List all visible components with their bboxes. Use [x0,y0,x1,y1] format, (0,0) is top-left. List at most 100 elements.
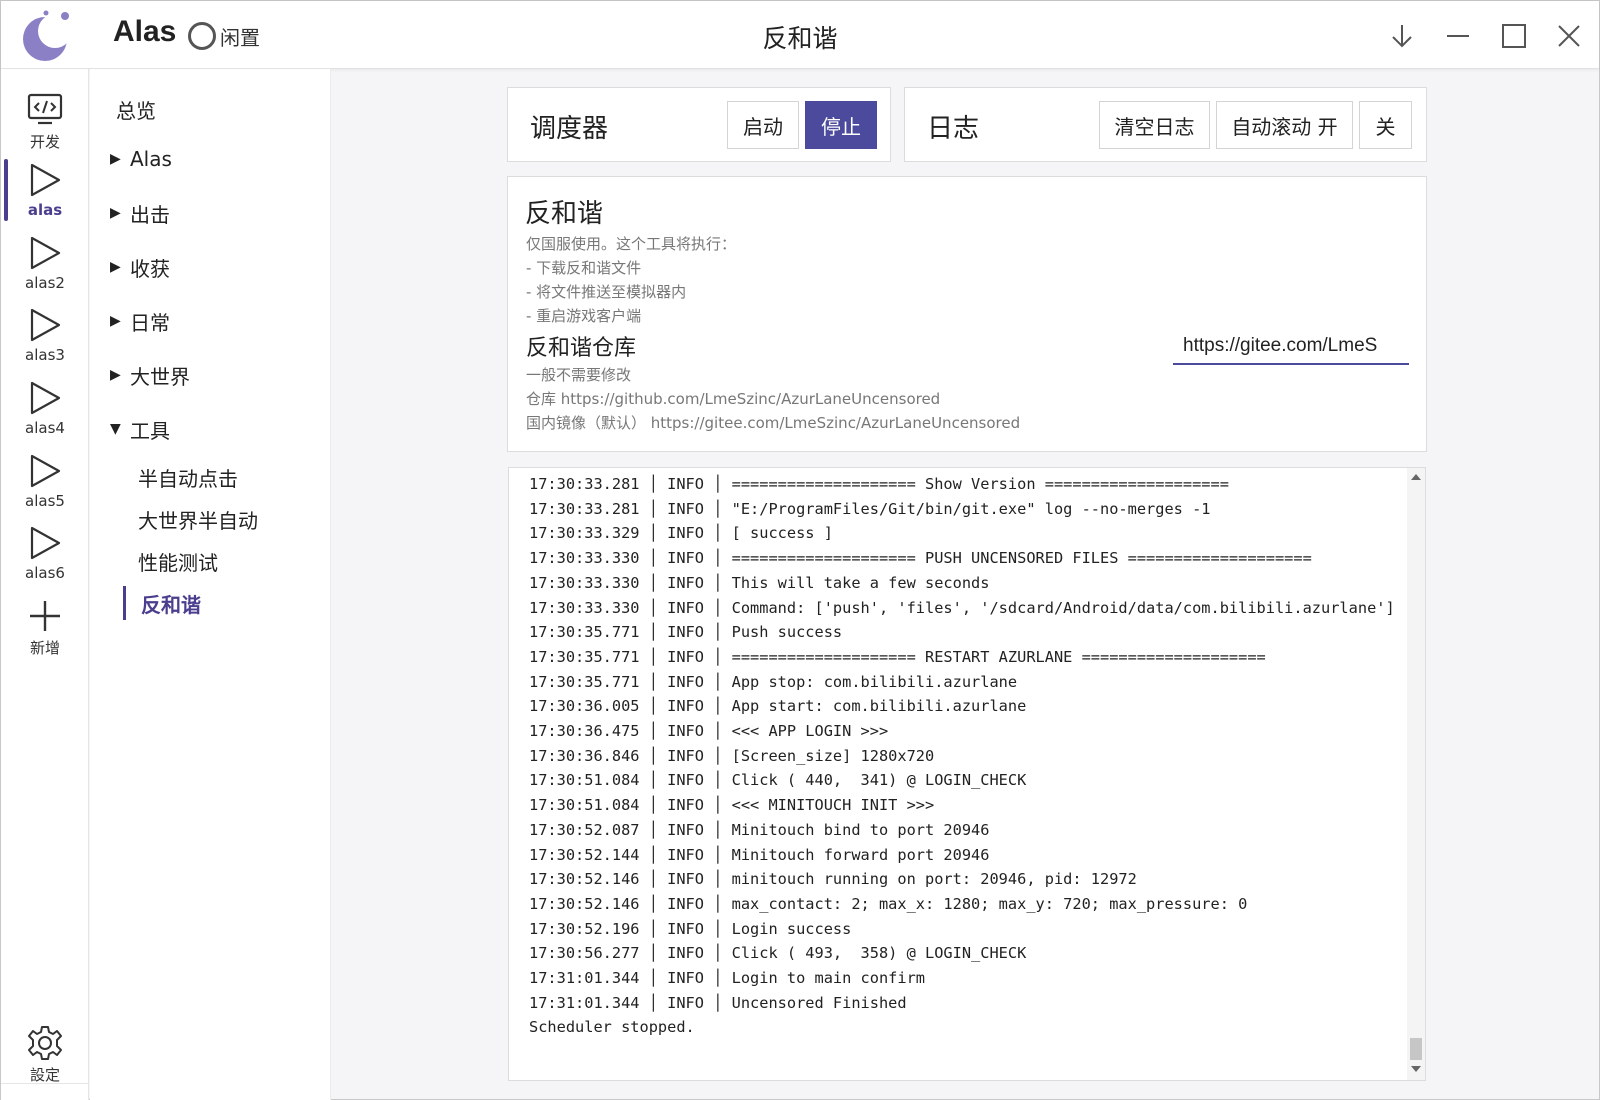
task-description-line: 仅国服使用。这个工具将执行： [526,235,737,253]
log-line: 17:30:52.146 │ INFO │ minitouch running … [529,870,1137,889]
rail-item-alas3[interactable]: alas3 [1,306,89,378]
rail-label: alas5 [25,492,65,510]
menu-label: 日常 [130,310,170,335]
rail-item-alas[interactable]: alas [1,161,89,233]
task-description-line: - 下载反和谐文件 [526,259,642,277]
scheduler-card: 调度器 启动 停止 [507,87,891,162]
menu-group-tools[interactable]: ▼ 工具 [110,409,351,449]
instance-rail: 开发 alas alas2 alas3 alas4 alas5 alas6 新增… [1,69,89,1100]
menu-label: 出击 [130,202,170,227]
log-line: 17:30:36.005 │ INFO │ App start: com.bil… [529,697,1027,716]
play-icon [30,308,61,342]
task-title: 反和谐 [525,199,604,229]
stop-button[interactable]: 停止 [805,101,877,149]
log-line: 17:30:36.475 │ INFO │ <<< APP LOGIN >>> [529,722,889,741]
collapse-arrow-icon: ▼ [110,421,121,437]
log-line: 17:30:35.771 │ INFO │ Push success [529,623,843,642]
menu-label: 大世界 [130,364,190,389]
log-close-button[interactable]: 关 [1359,101,1412,149]
menu-group-daily[interactable]: ▶ 日常 [110,301,351,341]
log-line: 17:30:33.330 │ INFO │ Command: ['push', … [529,598,1395,617]
menu-item-overview[interactable]: 总览 [116,89,357,129]
rail-label: 設定 [29,1066,60,1084]
play-icon [30,526,61,560]
gear-icon [28,1026,62,1060]
log-line: 17:30:35.771 │ INFO │ App stop: com.bili… [529,672,1018,691]
function-menu: 总览 ▶ Alas ▶ 出击 ▶ 收获 ▶ 日常 ▶ 大世界 ▼ 工具 半自动点… [90,69,331,1100]
close-window-button[interactable] [1552,19,1586,53]
rail-label: alas4 [25,419,65,437]
log-line: 17:31:01.344 │ INFO │ Login to main conf… [529,969,926,988]
log-line: 17:30:36.846 │ INFO │ [Screen_size] 1280… [529,746,935,765]
play-icon [30,236,61,270]
task-description-line: - 将文件推送至模拟器内 [526,283,687,301]
log-line: 17:30:35.771 │ INFO │ ==================… [529,647,1266,666]
task-description-line: - 重启游戏客户端 [526,307,642,325]
repo-description-line: 仓库 https://github.com/LmeSzinc/AzurLaneU… [526,390,941,408]
rail-item-alas2[interactable]: alas2 [1,234,89,306]
log-line: 17:30:33.281 │ INFO │ "E:/ProgramFiles/G… [529,499,1211,518]
rail-label: alas3 [25,346,65,364]
submenu-label: 半自动点击 [138,466,238,491]
submenu-item-semi-auto-click[interactable]: 半自动点击 [138,459,238,495]
scroll-down-arrow-icon[interactable] [1411,1066,1421,1072]
log-output: 17:30:33.281 │ INFO │ ==================… [508,467,1426,1081]
rail-item-dev[interactable]: 开发 [1,91,89,163]
scroll-up-arrow-icon[interactable] [1411,474,1421,480]
active-submenu-indicator [123,586,126,620]
auto-scroll-toggle[interactable]: 自动滚动 开 [1216,101,1353,149]
menu-label: 工具 [130,418,170,443]
submenu-label: 大世界半自动 [138,508,258,533]
play-icon [30,454,61,488]
alas-logo-icon [23,10,72,61]
minimize-button[interactable] [1441,19,1475,53]
rail-label: 新增 [29,639,60,657]
log-line: 17:30:52.144 │ INFO │ Minitouch forward … [529,845,990,864]
log-line: 17:30:52.146 │ INFO │ max_contact: 2; ma… [529,894,1248,913]
clear-log-button[interactable]: 清空日志 [1099,101,1210,149]
rail-item-alas4[interactable]: alas4 [1,379,89,451]
scheduler-title: 调度器 [530,114,609,144]
status-indicator: 闲置 [188,21,260,51]
repo-description-line: 一般不需要修改 [526,366,632,384]
log-lines: 17:30:33.281 │ INFO │ ==================… [529,472,1399,1040]
task-settings-card: 反和谐 仅国服使用。这个工具将执行： - 下载反和谐文件 - 将文件推送至模拟器… [507,176,1427,452]
maximize-button[interactable] [1497,19,1531,53]
start-button[interactable]: 启动 [727,101,799,149]
log-scrollbar[interactable] [1407,468,1425,1080]
idle-status-icon [188,22,216,50]
menu-group-reward[interactable]: ▶ 收获 [110,247,351,287]
repo-url-input[interactable] [1173,329,1409,365]
submenu-item-opsi-semi-auto[interactable]: 大世界半自动 [138,501,258,537]
dev-icon [27,93,63,125]
menu-group-opsi[interactable]: ▶ 大世界 [110,355,351,395]
repo-setting-title: 反和谐仓库 [526,336,637,361]
app-window: Alas 闲置 反和谐 开发 alas alas2 alas3 alas4 al… [0,0,1600,1100]
menu-group-sortie[interactable]: ▶ 出击 [110,193,351,233]
play-icon [30,163,61,197]
log-line: 17:31:01.344 │ INFO │ Uncensored Finishe… [529,993,907,1012]
settings-button[interactable]: 設定 [1,1024,89,1096]
status-text: 闲置 [220,25,260,50]
menu-group-alas[interactable]: ▶ Alas [110,139,351,179]
log-line: 17:30:33.281 │ INFO │ ==================… [529,475,1229,493]
expand-arrow-icon: ▶ [110,313,121,329]
submenu-label: 性能测试 [138,550,218,575]
title-bar: Alas 闲置 反和谐 [1,1,1599,69]
expand-arrow-icon: ▶ [110,367,121,383]
play-icon [30,381,61,415]
download-icon[interactable] [1385,19,1419,53]
rail-label: alas6 [25,564,65,582]
submenu-item-benchmark[interactable]: 性能测试 [138,543,218,579]
rail-item-alas6[interactable]: alas6 [1,524,89,596]
rail-label: alas2 [25,274,65,292]
log-line: 17:30:33.330 │ INFO │ This will take a f… [529,573,990,592]
log-line: Scheduler stopped. [529,1018,695,1037]
add-instance-button[interactable]: 新增 [1,597,89,669]
submenu-item-uncensored[interactable]: 反和谐 [141,585,201,621]
rail-label: alas [27,201,63,219]
scroll-thumb[interactable] [1410,1038,1422,1060]
log-line: 17:30:52.196 │ INFO │ Login success [529,919,852,938]
log-line: 17:30:52.087 │ INFO │ Minitouch bind to … [529,820,990,839]
rail-item-alas5[interactable]: alas5 [1,452,89,524]
